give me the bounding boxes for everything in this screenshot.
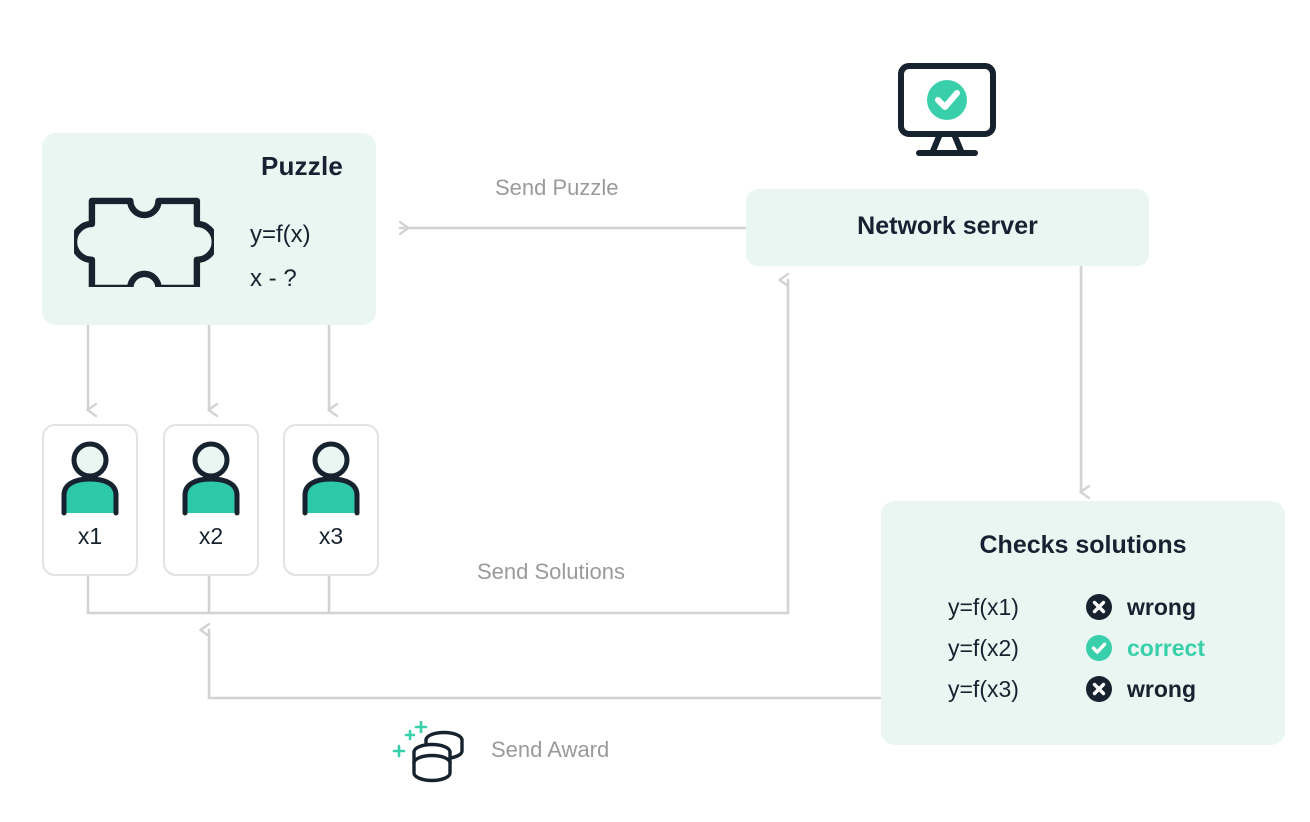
check-status-label: wrong (1127, 593, 1196, 620)
edge-label-send-award: Send Award (491, 737, 610, 762)
user-card-label: x1 (77, 523, 103, 549)
person-icon (178, 439, 244, 522)
check-expression: y=f(x1) (948, 593, 1019, 620)
check-result-row: y=f(x1) wrong (948, 592, 1196, 622)
check-status-label: wrong (1127, 675, 1196, 702)
diagram-canvas: Puzzle y=f(x) x - ? x1 x2 x3 Network ser… (0, 0, 1310, 822)
person-icon (298, 439, 364, 522)
user-card-label: x3 (318, 523, 344, 549)
edge-label-send-puzzle: Send Puzzle (495, 175, 619, 200)
puzzle-card: Puzzle y=f(x) x - ? (42, 133, 376, 325)
check-result-row: y=f(x3) wrong (948, 674, 1196, 704)
check-expression: y=f(x2) (948, 634, 1019, 661)
edge-send-award (209, 630, 883, 700)
checks-solutions-card: Checks solutions y=f(x1) wrong y=f(x2) c… (881, 501, 1285, 745)
network-server-card: Network server (746, 189, 1149, 266)
coins-sparkle-icon (388, 720, 476, 792)
puzzle-equation-line-2: x - ? (250, 265, 297, 292)
puzzle-title: Puzzle (260, 151, 344, 181)
user-card-label: x2 (198, 523, 224, 549)
user-card-x3[interactable]: x3 (283, 424, 379, 576)
checks-solutions-title: Checks solutions (979, 531, 1187, 559)
puzzle-equation-line-1: y=f(x) (250, 221, 311, 248)
check-status-label: correct (1127, 634, 1205, 661)
check-result-row: y=f(x2) correct (948, 633, 1205, 663)
circle-check-icon (1086, 635, 1112, 661)
monitor-check-icon (893, 60, 1001, 163)
user-card-x1[interactable]: x1 (42, 424, 138, 576)
network-server-title: Network server (857, 212, 1038, 240)
check-expression: y=f(x3) (948, 675, 1019, 702)
person-icon (57, 439, 123, 522)
user-card-x2[interactable]: x2 (163, 424, 259, 576)
edge-label-send-solutions: Send Solutions (477, 559, 625, 584)
circle-x-icon (1086, 594, 1112, 620)
circle-x-icon (1086, 676, 1112, 702)
puzzle-piece-icon (70, 183, 218, 292)
